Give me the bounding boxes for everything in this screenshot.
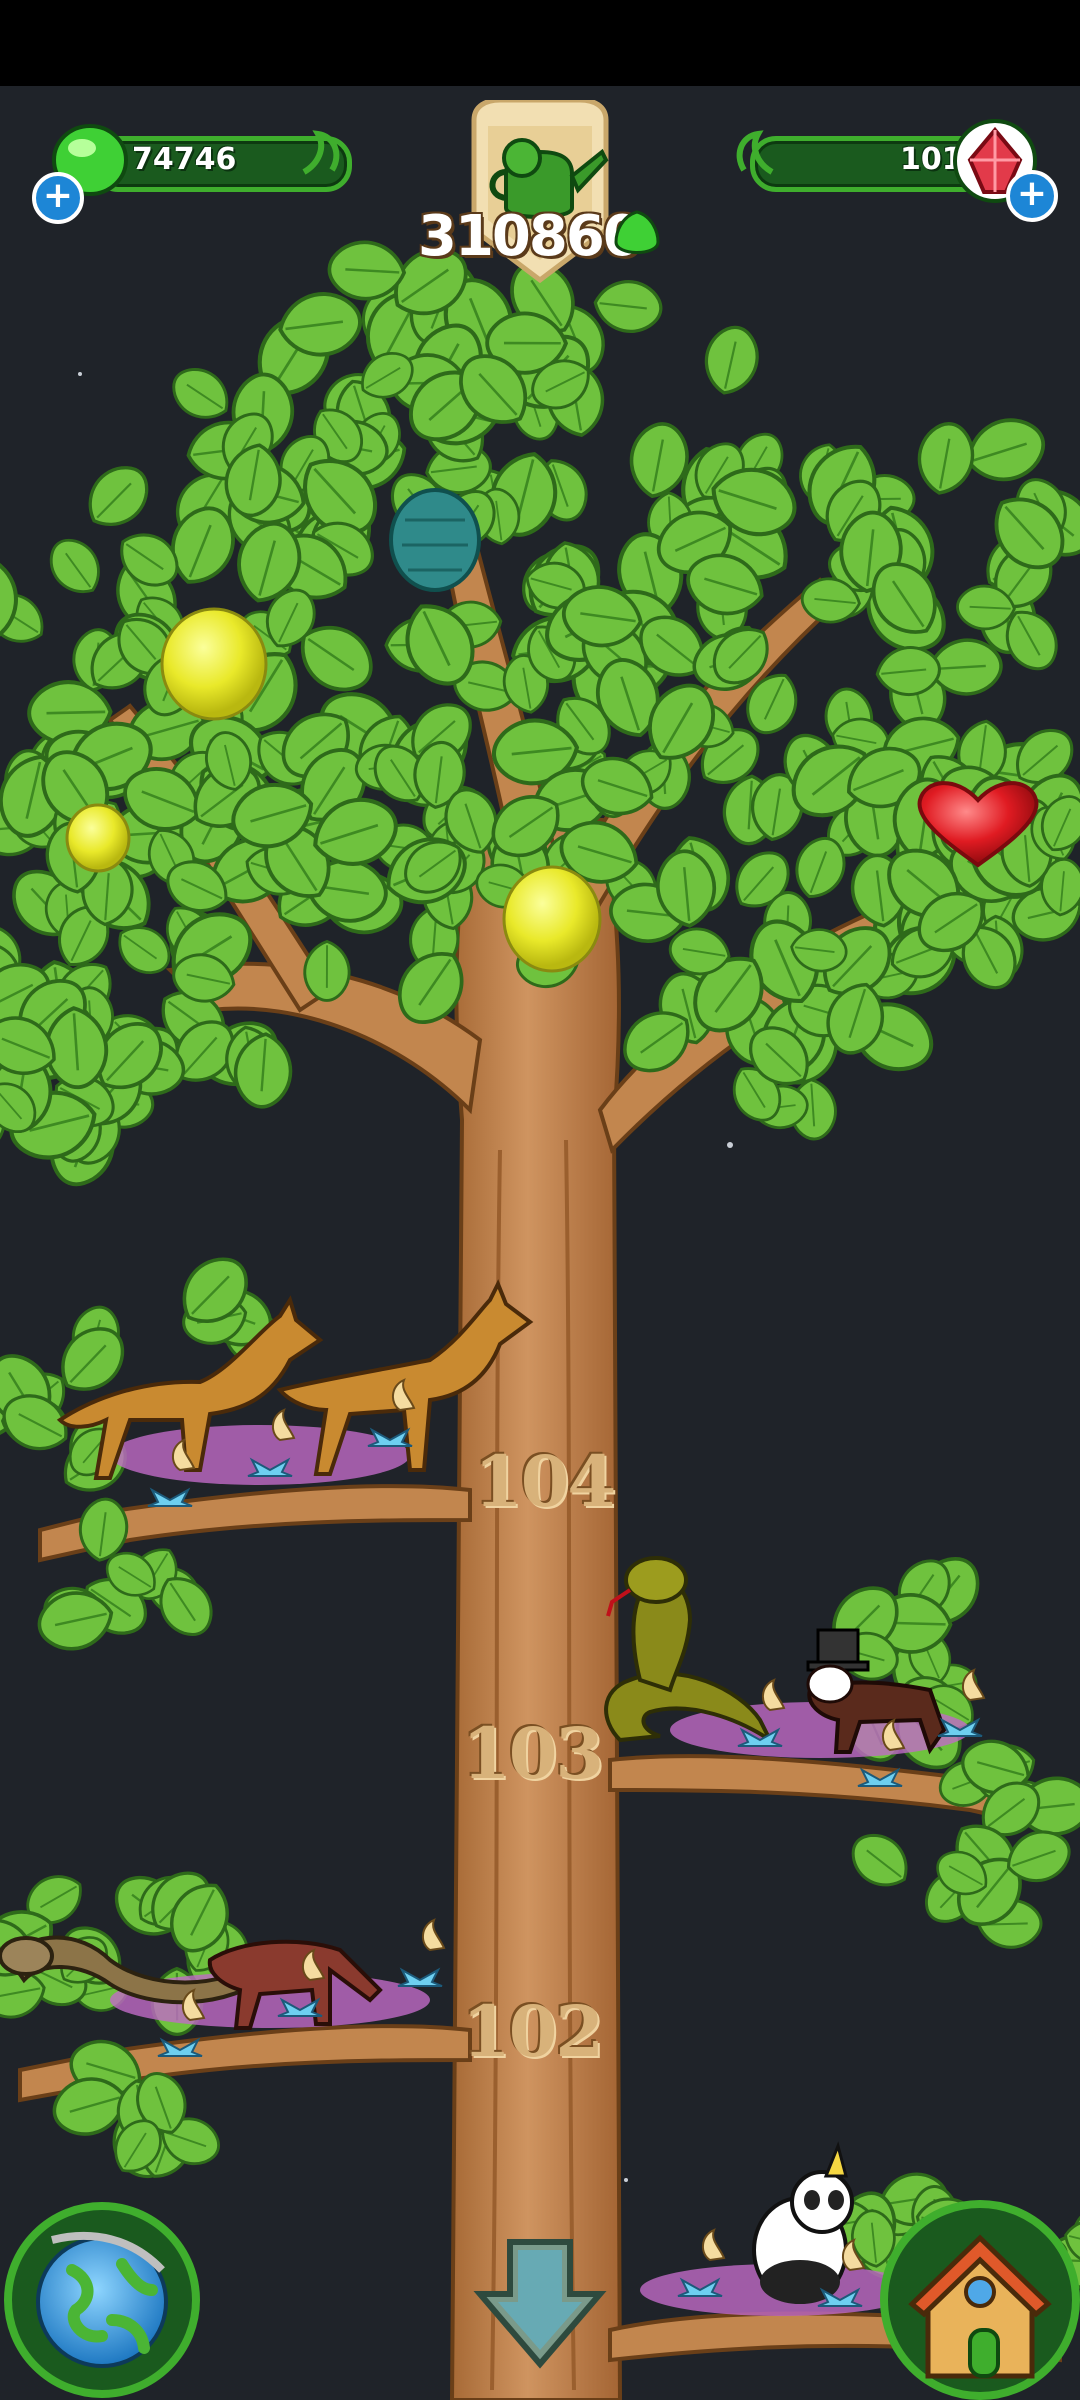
feather-decoration [762,1678,786,1712]
down-arrow-icon [473,2239,607,2369]
star [78,372,82,376]
cobra-animal[interactable] [604,1556,776,1746]
green-drop-icon [614,210,660,254]
green-gem-count: 74746 [132,142,237,177]
butterfly-decoration [147,1487,193,1507]
add-green-gems-button[interactable]: + [32,172,84,224]
feather-decoration [702,2228,726,2262]
feather-decoration [422,1918,446,1952]
leaf [74,453,161,541]
feather-decoration [962,1668,986,1702]
star [624,2178,628,2182]
home-button[interactable] [880,2200,1080,2400]
leaf [911,417,980,500]
leaf [697,320,765,401]
butterfly-decoration [397,1967,443,1987]
status-bar [0,0,1080,86]
leaf [303,939,351,1002]
yellow-fruit[interactable] [502,865,602,973]
yellow-fruit[interactable] [65,803,131,873]
branch-level-102: 102 [462,1990,604,2073]
house-icon [908,2234,1052,2379]
feather-decoration [272,1408,296,1442]
leaf [39,528,112,605]
leaf [841,1822,920,1899]
branch-level-103: 103 [462,1712,604,1795]
vine-decoration [736,130,774,175]
leaf [590,276,666,337]
vine-decoration [302,130,340,175]
panda-unicorn-animal[interactable] [752,2141,854,2304]
add-red-crystals-button[interactable]: + [1006,170,1058,222]
globe-button[interactable] [4,2202,200,2398]
scroll-down-button[interactable] [470,2232,610,2372]
branch-104 [0,1244,472,1658]
water-score: 310860 [418,204,642,269]
globe-icon [36,2231,168,2368]
star [727,1142,733,1148]
teal-pod-fruit[interactable] [389,488,481,592]
leaf [162,357,240,431]
branch-level-104: 104 [474,1440,616,1523]
yellow-fruit[interactable] [160,607,268,721]
